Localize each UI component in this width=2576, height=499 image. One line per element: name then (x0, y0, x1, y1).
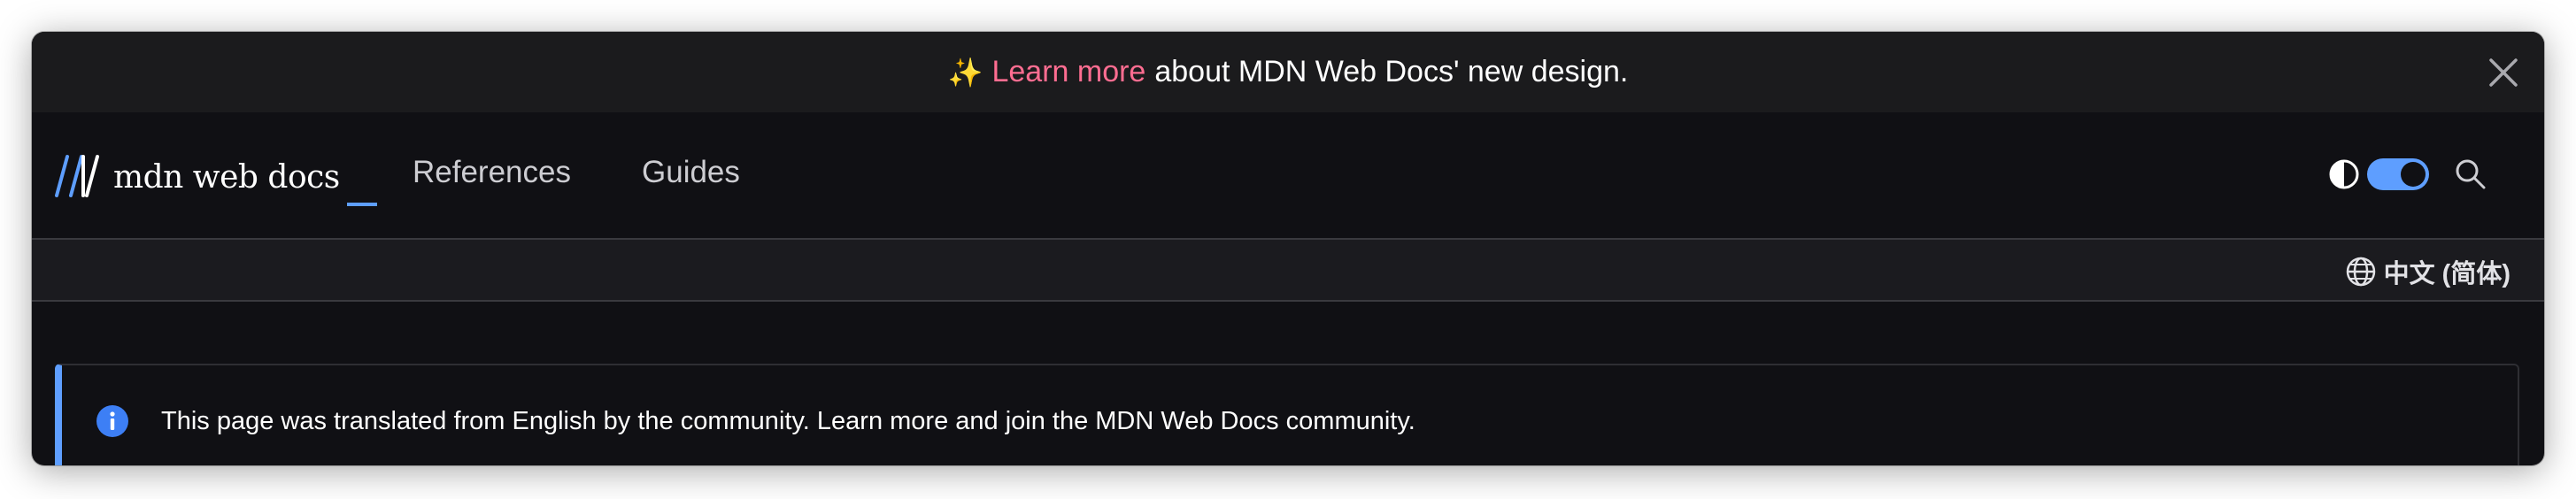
theme-switch[interactable] (2367, 158, 2429, 190)
banner-text: about MDN Web Docs' new design. (1154, 55, 1629, 88)
theme-toggle[interactable] (2328, 158, 2429, 190)
close-icon (2489, 58, 2518, 87)
browser-window: ✨ Learn more about MDN Web Docs' new des… (32, 32, 2544, 465)
mdn-logo-icon (55, 155, 99, 197)
logo-cursor (346, 203, 377, 206)
nav-guides[interactable]: Guides (642, 153, 740, 192)
language-bar: 中文 (简体) (32, 240, 2544, 302)
search-icon (2456, 159, 2486, 189)
info-icon (96, 405, 128, 437)
notice-text: This page was translated from English by… (161, 407, 1415, 435)
site-header: mdn web docs References Guides (32, 112, 2544, 240)
mdn-logo[interactable]: mdn web docs (55, 153, 377, 206)
sparkle-icon: ✨ (947, 56, 983, 88)
contrast-icon (2329, 159, 2359, 189)
language-label: 中文 (简体) (2383, 260, 2510, 288)
learn-more-link[interactable]: Learn more (991, 55, 1145, 89)
announcement-banner: ✨ Learn more about MDN Web Docs' new des… (32, 32, 2544, 112)
globe-icon (2346, 257, 2375, 287)
close-banner-button[interactable] (2482, 51, 2525, 94)
theme-switch-knob (2401, 162, 2426, 187)
logo-text: mdn web docs (113, 159, 340, 196)
language-switcher[interactable]: 中文 (简体) (2345, 253, 2510, 290)
search-button[interactable] (2453, 157, 2488, 192)
translation-notice: This page was translated from English by… (55, 364, 2519, 465)
nav-references[interactable]: References (413, 153, 571, 192)
